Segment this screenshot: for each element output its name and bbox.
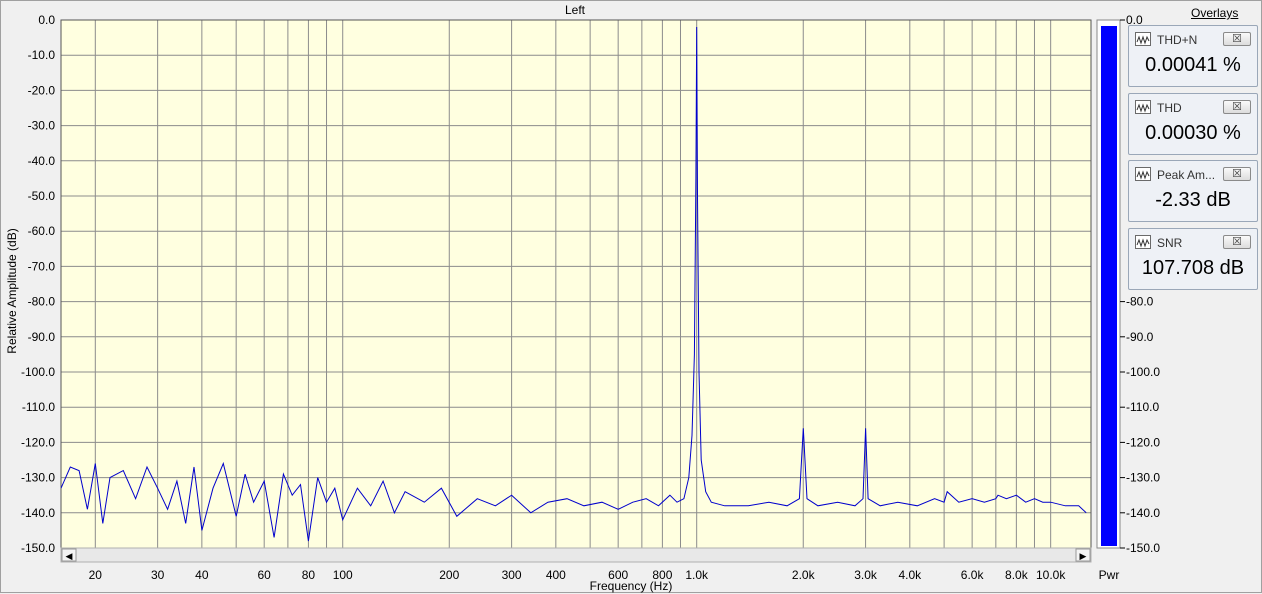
overlay-card[interactable]: SNR ☒ 107.708 dB xyxy=(1128,228,1258,290)
y-tick-label: -120.0 xyxy=(21,435,55,449)
x-tick-label: 40 xyxy=(195,568,209,582)
power-meter-bar xyxy=(1101,26,1117,546)
y-tick-label: -90.0 xyxy=(28,330,56,344)
close-icon[interactable]: ☒ xyxy=(1223,167,1251,181)
overlay-name: SNR xyxy=(1157,236,1183,250)
meter-label: Pwr xyxy=(1099,568,1120,582)
y-tick-label: -30.0 xyxy=(28,119,56,133)
y-tick-label: -60.0 xyxy=(28,224,56,238)
y-axis-label: Relative Amplitude (dB) xyxy=(5,228,19,353)
x-tick-label: 300 xyxy=(502,568,522,582)
y-tick-label: -80.0 xyxy=(28,295,56,309)
y-tick-label: -70.0 xyxy=(28,259,56,273)
x-tick-label: 600 xyxy=(608,568,628,582)
meter-tick-label: -150.0 xyxy=(1126,541,1160,555)
chart-title: Left xyxy=(565,3,586,17)
y-tick-label: -110.0 xyxy=(22,400,55,414)
y-tick-label: -100.0 xyxy=(21,365,55,379)
overlays-link[interactable]: Overlays xyxy=(1191,6,1238,20)
y-tick-label: -150.0 xyxy=(21,541,55,555)
close-icon[interactable]: ☒ xyxy=(1223,32,1251,46)
spectrum-chart[interactable]: Left Relative Amplitude (dB) Frequency (… xyxy=(1,1,1262,594)
overlay-name: THD xyxy=(1157,101,1182,115)
x-tick-label: 100 xyxy=(333,568,353,582)
overlay-card[interactable]: Peak Am... ☒ -2.33 dB xyxy=(1128,160,1258,222)
x-tick-label: 200 xyxy=(439,568,459,582)
horizontal-scrollbar xyxy=(60,547,1092,563)
y-tick-label: 0.0 xyxy=(38,13,55,27)
close-icon[interactable]: ☒ xyxy=(1223,235,1251,249)
x-tick-label: 2.0k xyxy=(792,568,816,582)
waveform-icon xyxy=(1135,235,1151,249)
overlay-card[interactable]: THD ☒ 0.00030 % xyxy=(1128,93,1258,155)
overlay-name: THD+N xyxy=(1157,33,1198,47)
x-tick-label: 6.0k xyxy=(961,568,985,582)
x-tick-label: 30 xyxy=(151,568,165,582)
x-tick-label: 80 xyxy=(302,568,316,582)
overlay-value: 0.00030 % xyxy=(1145,122,1241,144)
meter-tick-label: -140.0 xyxy=(1126,506,1160,520)
waveform-icon xyxy=(1135,100,1151,114)
y-tick-label: -130.0 xyxy=(21,471,55,485)
overlay-name: Peak Am... xyxy=(1157,168,1216,182)
scroll-left-arrow-icon: ◀ xyxy=(66,551,73,561)
overlay-header: THD ☒ xyxy=(1135,100,1251,116)
waveform-icon xyxy=(1135,167,1151,181)
y-tick-label: -20.0 xyxy=(28,83,56,97)
meter-tick-label: -110.0 xyxy=(1126,400,1159,414)
x-tick-label: 1.0k xyxy=(685,568,709,582)
overlay-header: SNR ☒ xyxy=(1135,235,1251,251)
x-tick-label: 800 xyxy=(652,568,672,582)
meter-tick-label: -80.0 xyxy=(1126,295,1154,309)
y-tick-label: -40.0 xyxy=(28,154,56,168)
overlay-card[interactable]: THD+N ☒ 0.00041 % xyxy=(1128,25,1258,87)
overlay-header: Peak Am... ☒ xyxy=(1135,167,1251,183)
x-tick-label: 8.0k xyxy=(1005,568,1029,582)
scroll-right-arrow-icon: ▶ xyxy=(1080,551,1087,561)
overlay-value: 0.00041 % xyxy=(1145,54,1241,76)
analyzer-window: Left Relative Amplitude (dB) Frequency (… xyxy=(0,0,1262,593)
waveform-icon xyxy=(1135,32,1151,46)
x-tick-label: 10.0k xyxy=(1036,568,1066,582)
x-tick-label: 3.0k xyxy=(854,568,878,582)
plot-area xyxy=(60,19,1092,549)
x-tick-label: 60 xyxy=(258,568,272,582)
meter-tick-label: -130.0 xyxy=(1126,471,1160,485)
y-tick-label: -10.0 xyxy=(28,48,56,62)
overlay-value: 107.708 dB xyxy=(1141,257,1245,279)
x-tick-label: 400 xyxy=(546,568,566,582)
meter-tick-label: -100.0 xyxy=(1126,365,1160,379)
x-tick-label: 20 xyxy=(89,568,103,582)
y-tick-label: -140.0 xyxy=(21,506,55,520)
y-tick-label: -50.0 xyxy=(28,189,56,203)
x-tick-label: 4.0k xyxy=(898,568,922,582)
meter-tick-label: -120.0 xyxy=(1126,435,1160,449)
meter-tick-label: -90.0 xyxy=(1126,330,1154,344)
overlay-header: THD+N ☒ xyxy=(1135,32,1251,48)
close-icon[interactable]: ☒ xyxy=(1223,100,1251,114)
overlay-value: -2.33 dB xyxy=(1155,189,1231,211)
